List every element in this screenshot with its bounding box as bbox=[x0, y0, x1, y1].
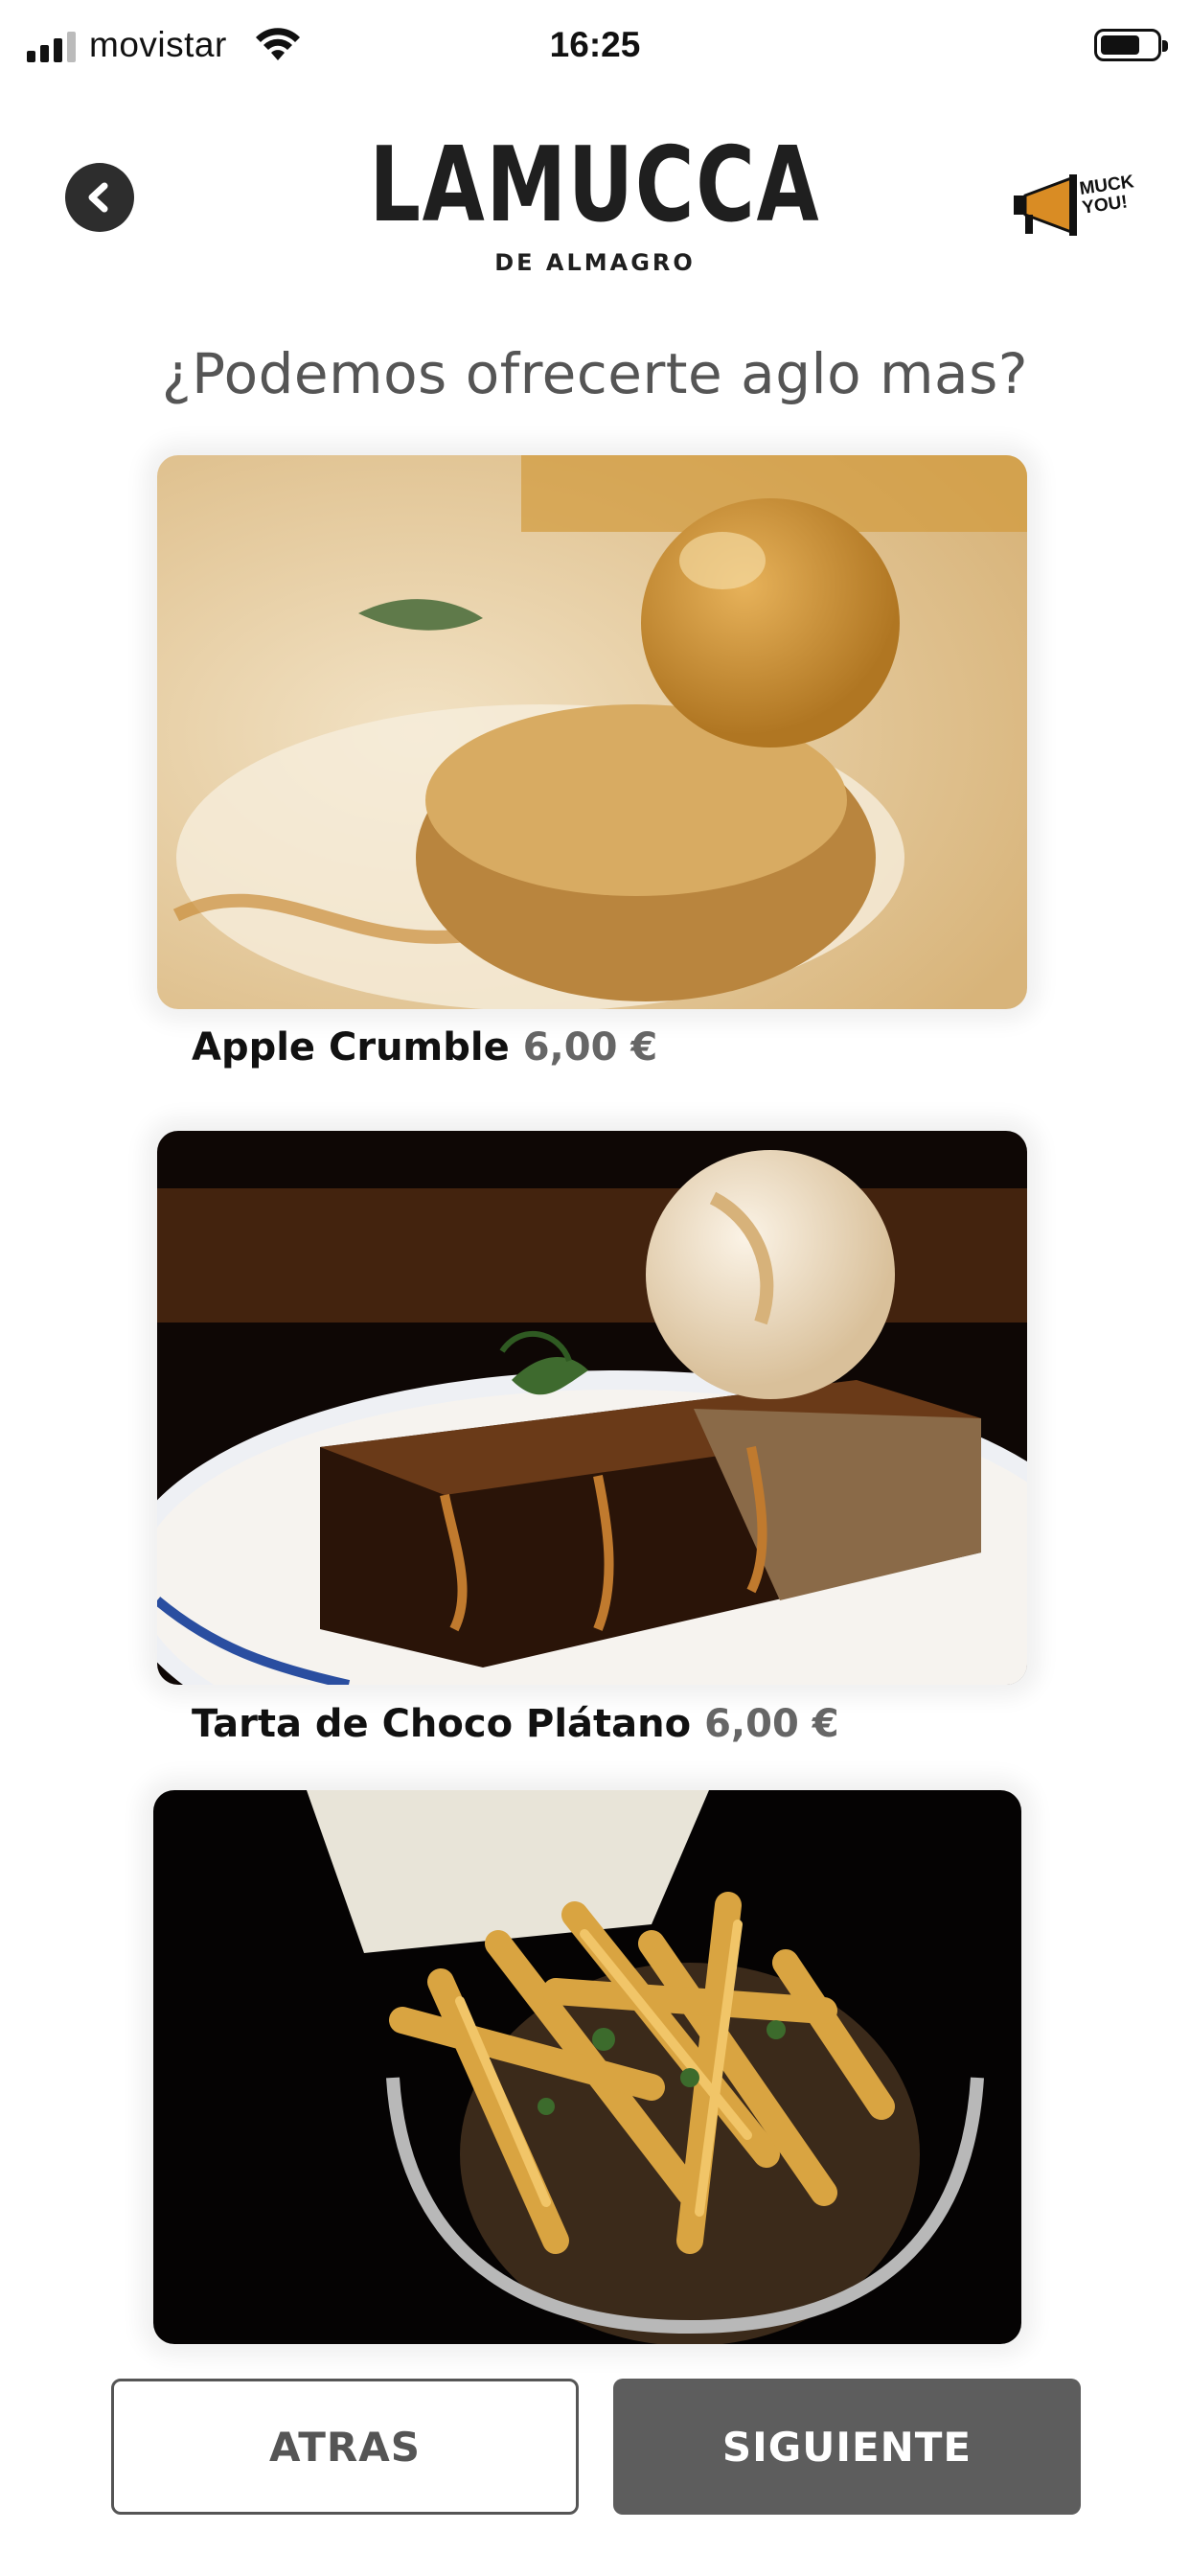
muck-you-label: MUCK YOU! bbox=[1078, 172, 1135, 218]
product-name: Apple Crumble bbox=[192, 1025, 510, 1070]
megaphone-icon bbox=[1014, 174, 1077, 236]
next-button[interactable]: SIGUIENTE bbox=[613, 2379, 1081, 2515]
status-time: 16:25 bbox=[549, 25, 641, 64]
battery-icon bbox=[1094, 29, 1168, 61]
product-label-1: Apple Crumble 6,00 € bbox=[192, 1025, 657, 1070]
product-price: 6,00 € bbox=[522, 1025, 658, 1070]
product-card-3[interactable] bbox=[153, 1790, 1021, 2344]
apple-crumble-image bbox=[157, 455, 1027, 1009]
logo-main-text: LAMUCCA bbox=[369, 126, 821, 245]
page-title: ¿Podemos ofrecerte aglo mas? bbox=[161, 341, 1029, 406]
tarta-choco-platano-image bbox=[157, 1131, 1027, 1685]
status-bar: movistar 16:25 bbox=[0, 0, 1190, 92]
back-button[interactable]: ATRAS bbox=[111, 2379, 579, 2515]
muck-you-button[interactable]: MUCK YOU! bbox=[1012, 169, 1146, 242]
logo-sub-text: DE ALMAGRO bbox=[494, 249, 696, 276]
fries-image bbox=[153, 1790, 1021, 2344]
product-card-tarta-choco-platano[interactable] bbox=[157, 1131, 1027, 1685]
product-price: 6,00 € bbox=[704, 1702, 839, 1746]
product-card-apple-crumble[interactable] bbox=[157, 455, 1027, 1009]
product-label-2: Tarta de Choco Plátano 6,00 € bbox=[192, 1702, 839, 1746]
product-name: Tarta de Choco Plátano bbox=[192, 1702, 692, 1746]
header: LAMUCCA DE ALMAGRO MUCK YOU! bbox=[0, 125, 1190, 288]
